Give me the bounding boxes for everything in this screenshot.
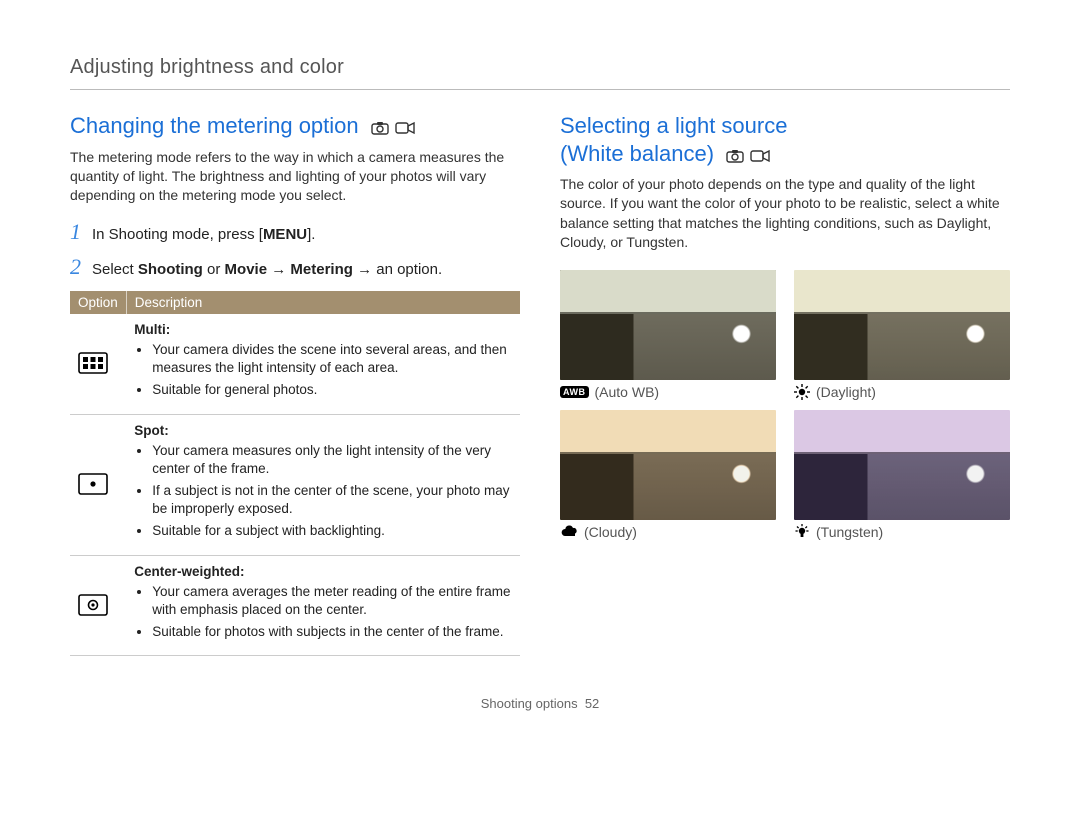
wb-caption: (Cloudy) — [560, 524, 776, 540]
wb-heading-line1: Selecting a light source — [560, 113, 787, 138]
steps: 1 In Shooting mode, press [MENU]. 2 Sele… — [70, 219, 520, 281]
step-2: 2 Select Shooting or Movie → Metering → … — [70, 254, 520, 281]
list-item: If a subject is not in the center of the… — [152, 482, 512, 518]
heading-metering-text: Changing the metering option — [70, 113, 359, 138]
wb-thumb-auto — [560, 270, 776, 380]
step-1-text: In Shooting mode, press [MENU]. — [92, 224, 315, 246]
opt-list: Your camera measures only the light inte… — [134, 442, 512, 541]
list-item: Suitable for a subject with backlighting… — [152, 522, 512, 540]
th-description: Description — [126, 291, 520, 314]
cell-spot: Spot: Your camera measures only the ligh… — [126, 414, 520, 555]
wb-caption: (Daylight) — [794, 384, 1010, 400]
step-1: 1 In Shooting mode, press [MENU]. — [70, 219, 520, 246]
footer-page: 52 — [585, 696, 599, 711]
cell-center: Center-weighted: Your camera averages th… — [126, 555, 520, 656]
cell-multi: Multi: Your camera divides the scene int… — [126, 314, 520, 414]
sun-icon — [794, 384, 810, 400]
list-item: Suitable for general photos. — [152, 381, 512, 399]
section-header: Adjusting brightness and color — [70, 56, 1010, 90]
wb-caption: AWB (Auto WB) — [560, 384, 776, 400]
step-number: 2 — [70, 254, 92, 280]
step-1-a: In Shooting mode, press [ — [92, 226, 263, 243]
metering-multi-icon — [70, 314, 126, 414]
opt-title: Multi — [134, 322, 166, 337]
list-item: Your camera divides the scene into sever… — [152, 341, 512, 377]
columns: Changing the metering option The meterin… — [70, 112, 1010, 656]
wb-label: (Tungsten) — [816, 524, 883, 540]
wb-item-auto: AWB (Auto WB) — [560, 270, 776, 400]
metering-table: Option Description Multi: Your camera di… — [70, 291, 520, 656]
movie-bold: Movie — [225, 261, 268, 278]
metering-center-icon — [70, 555, 126, 656]
video-icon — [750, 149, 770, 163]
cloud-icon — [560, 525, 578, 539]
step-2-or: or — [203, 261, 225, 278]
wb-item-cloudy: (Cloudy) — [560, 410, 776, 540]
camera-icon — [726, 149, 744, 163]
table-row: Center-weighted: Your camera averages th… — [70, 555, 520, 656]
mode-icons — [726, 149, 770, 163]
wb-thumb-cloudy — [560, 410, 776, 520]
metering-intro: The metering mode refers to the way in w… — [70, 148, 520, 206]
footer-section: Shooting options — [481, 696, 578, 711]
table-row: Spot: Your camera measures only the ligh… — [70, 414, 520, 555]
wb-label: (Auto WB) — [595, 384, 660, 400]
bulb-icon — [794, 524, 810, 540]
video-icon — [395, 121, 415, 135]
awb-icon: AWB — [560, 386, 589, 398]
heading-metering: Changing the metering option — [70, 112, 520, 140]
wb-intro: The color of your photo depends on the t… — [560, 175, 1010, 252]
wb-thumb-tungsten — [794, 410, 1010, 520]
step-number: 1 — [70, 219, 92, 245]
list-item: Your camera measures only the light inte… — [152, 442, 512, 478]
metering-spot-icon — [70, 414, 126, 555]
opt-list: Your camera averages the meter reading o… — [134, 583, 512, 642]
menu-key: MENU — [263, 226, 307, 243]
list-item: Suitable for photos with subjects in the… — [152, 623, 512, 641]
wb-label: (Cloudy) — [584, 524, 637, 540]
mode-icons — [371, 121, 415, 135]
wb-label: (Daylight) — [816, 384, 876, 400]
wb-heading-line2: (White balance) — [560, 141, 714, 166]
arrow2: → an option. — [353, 261, 442, 278]
left-column: Changing the metering option The meterin… — [70, 112, 520, 656]
opt-title: Spot — [134, 423, 164, 438]
right-column: Selecting a light source (White balance)… — [560, 112, 1010, 656]
step-2-text: Select Shooting or Movie → Metering → an… — [92, 259, 442, 281]
list-item: Your camera averages the meter reading o… — [152, 583, 512, 619]
metering-bold: Metering — [290, 261, 353, 278]
opt-list: Your camera divides the scene into sever… — [134, 341, 512, 400]
wb-grid: AWB (Auto WB) (Daylight) — [560, 270, 1010, 540]
table-row: Multi: Your camera divides the scene int… — [70, 314, 520, 414]
arrow1: → — [267, 261, 290, 278]
page-footer: Shooting options 52 — [70, 696, 1010, 711]
wb-item-daylight: (Daylight) — [794, 270, 1010, 400]
camera-icon — [371, 121, 389, 135]
step-2-a: Select — [92, 261, 138, 278]
wb-thumb-daylight — [794, 270, 1010, 380]
heading-whitebalance: Selecting a light source (White balance) — [560, 112, 1010, 167]
shooting-bold: Shooting — [138, 261, 203, 278]
opt-title: Center-weighted — [134, 564, 240, 579]
wb-caption: (Tungsten) — [794, 524, 1010, 540]
wb-item-tungsten: (Tungsten) — [794, 410, 1010, 540]
th-option: Option — [70, 291, 126, 314]
step-1-b: ]. — [307, 226, 315, 243]
manual-page: Adjusting brightness and color Changing … — [0, 0, 1080, 731]
